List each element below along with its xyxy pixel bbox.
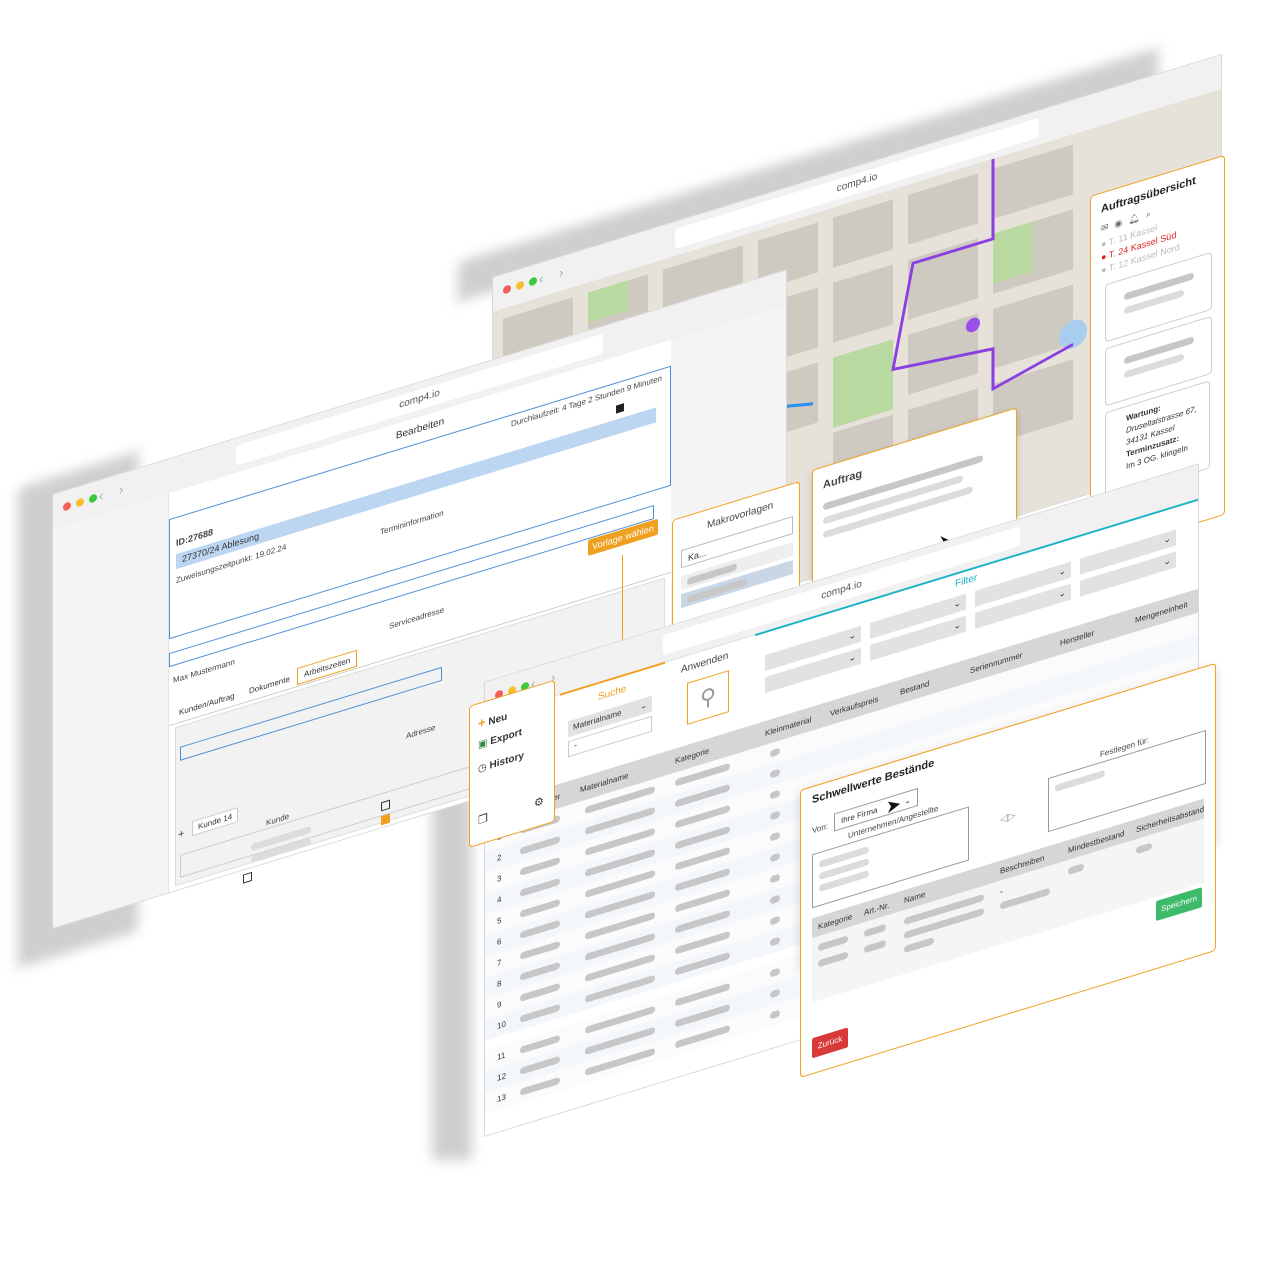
bell-icon[interactable]: 🔔︎ [1128, 210, 1145, 225]
checkbox[interactable] [243, 871, 252, 884]
chevron-down-icon: ⌄ [848, 629, 856, 642]
chevron-down-icon: ⌄ [640, 700, 647, 712]
menu-item-export[interactable]: ▣ Export [478, 727, 522, 751]
cell-placeholder [770, 915, 780, 926]
close-dot[interactable] [63, 501, 71, 512]
connector-line [622, 555, 623, 645]
row-number: 13 [497, 1092, 506, 1105]
chevron-down-icon: ⌄ [1163, 554, 1171, 568]
window-controls[interactable] [503, 276, 537, 295]
row-number: 9 [497, 999, 502, 1011]
cell-placeholder [770, 831, 780, 842]
chevron-down-icon: ⌄ [904, 795, 911, 807]
checkbox-selected[interactable] [381, 813, 390, 826]
chevron-down-icon: ⌄ [953, 597, 961, 610]
row-number: 2 [497, 852, 502, 864]
chevron-down-icon: ⌄ [1163, 532, 1171, 546]
row-number: 12 [497, 1071, 506, 1084]
mail-icon[interactable]: ✉ [1101, 219, 1115, 233]
menu-item-new[interactable]: + Neu [478, 707, 507, 731]
row-number: 10 [497, 1019, 506, 1032]
cell-placeholder [770, 873, 780, 884]
cell-placeholder [770, 967, 780, 978]
add-customer-icon[interactable]: + [178, 828, 184, 842]
tab-documents[interactable]: Dokumente [249, 674, 290, 696]
cell-placeholder [770, 1009, 780, 1020]
cell-placeholder [770, 768, 780, 779]
nav-arrows-icon[interactable]: ‹ › [99, 479, 129, 503]
close-dot[interactable] [503, 284, 511, 295]
chevron-down-icon: ⌄ [1058, 587, 1066, 600]
row-number: 5 [497, 915, 502, 927]
col-stock[interactable]: Bestand [900, 679, 929, 697]
checkbox[interactable] [381, 799, 390, 812]
copy-icon[interactable]: ❐ [478, 811, 488, 827]
chevron-down-icon: ⌄ [1058, 565, 1066, 578]
filter-title: Filter [955, 572, 978, 591]
settings-icon[interactable]: ⚙ [534, 794, 544, 810]
cell-placeholder [770, 852, 780, 863]
order-popup-title: Auftrag [823, 467, 863, 492]
action-menu: + Neu ▣ Export ◷ History ❐ ⚙ [469, 679, 555, 848]
description-value: - [1000, 885, 1003, 897]
cell-placeholder [770, 894, 780, 905]
left-sidebar [53, 493, 168, 928]
address-label: Adresse [406, 722, 436, 741]
window-controls[interactable] [63, 493, 97, 512]
col-name[interactable]: Name [904, 890, 925, 906]
clock-icon: ◷ [478, 761, 487, 776]
eye-icon[interactable]: ◉ [1115, 215, 1129, 229]
nav-arrows-icon[interactable]: ‹ › [539, 262, 569, 286]
cell-placeholder [770, 810, 780, 821]
row-number: 6 [497, 936, 502, 948]
maximize-dot[interactable] [89, 493, 97, 504]
row-number: 4 [497, 894, 502, 906]
row-number: 3 [497, 873, 502, 885]
magnifier-icon: ⚲ [699, 682, 717, 712]
search-icon[interactable]: ⌕ [1146, 207, 1157, 220]
excel-icon: ▣ [478, 737, 488, 752]
appointment-info: Termininformation [380, 508, 444, 537]
chevron-down-icon: ⌄ [953, 619, 961, 632]
minimize-dot[interactable] [76, 497, 84, 508]
menu-item-history[interactable]: ◷ History [478, 750, 524, 775]
row-number: 8 [497, 978, 502, 990]
minimize-dot[interactable] [516, 280, 524, 291]
plus-icon: + [478, 713, 486, 732]
cell-placeholder [520, 1076, 560, 1096]
search-title: Suche [598, 683, 627, 704]
cell-placeholder [770, 747, 780, 758]
cell-placeholder [770, 988, 780, 999]
apply-search-button[interactable]: ⚲ [687, 670, 729, 725]
customer-tag[interactable]: Kunde 14 [192, 807, 239, 837]
checkbox-checked[interactable] [616, 403, 624, 414]
maximize-dot[interactable] [529, 276, 537, 287]
row-number: 11 [497, 1050, 506, 1063]
chevron-down-icon: ⌄ [848, 651, 856, 664]
cell-placeholder [770, 936, 780, 947]
cell-placeholder [770, 789, 780, 800]
cell-placeholder [520, 1003, 560, 1023]
row-number: 7 [497, 957, 502, 969]
